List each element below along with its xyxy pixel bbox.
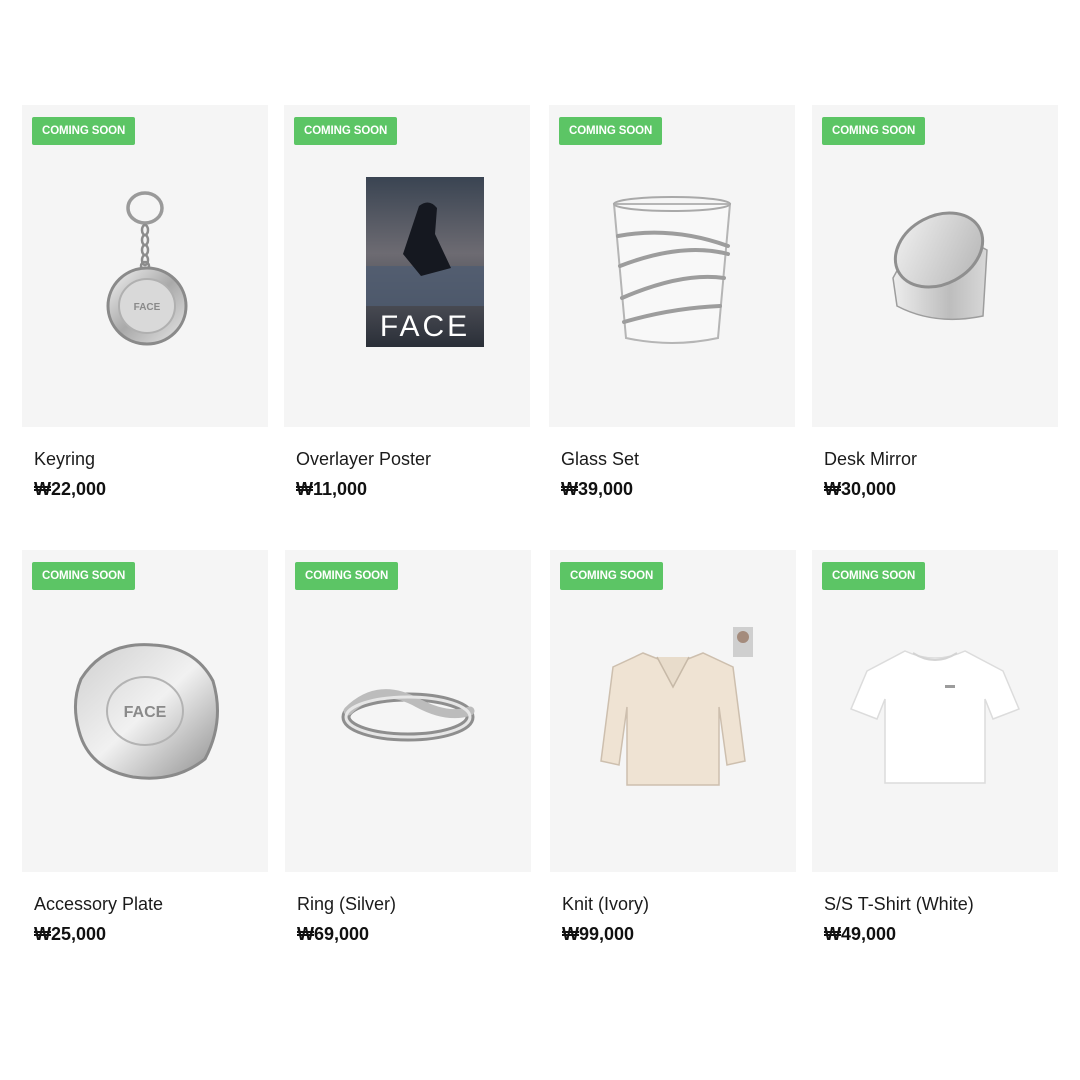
- coming-soon-badge: COMING SOON: [822, 562, 926, 590]
- product-card-desk-mirror[interactable]: COMING SOON Desk Mirror ₩30,000: [812, 105, 1058, 499]
- mirror-icon: [892, 211, 988, 321]
- product-price: ₩11,000: [296, 479, 368, 499]
- svg-text:FACE: FACE: [134, 302, 161, 313]
- product-price: ₩22,000: [34, 479, 107, 499]
- keyring-icon: FACE: [106, 191, 188, 346]
- product-card-ss-tshirt-white[interactable]: COMING SOON S/S T-Shirt (White) ₩49,000: [812, 550, 1058, 944]
- product-image-tile[interactable]: COMING SOON: [812, 105, 1058, 427]
- coming-soon-badge: COMING SOON: [559, 117, 663, 145]
- knit-icon: [600, 627, 753, 786]
- product-card-overlayer-poster[interactable]: COMING SOON FACE Overlayer Poster ₩11,00…: [284, 105, 530, 499]
- coming-soon-badge: COMING SOON: [32, 117, 136, 145]
- product-image-tile[interactable]: COMING SOON: [550, 550, 796, 872]
- svg-text:FACE: FACE: [124, 704, 167, 721]
- product-image-tile[interactable]: COMING SOON: [812, 550, 1058, 872]
- product-name[interactable]: Knit (Ivory): [562, 894, 649, 915]
- product-name[interactable]: S/S T-Shirt (White): [824, 894, 974, 915]
- product-card-glass-set[interactable]: COMING SOON Glass Set ₩39,000: [549, 105, 795, 499]
- tshirt-icon: [850, 650, 1020, 784]
- glass-icon: [612, 196, 732, 344]
- product-price: ₩39,000: [561, 479, 634, 499]
- coming-soon-badge: COMING SOON: [32, 562, 136, 590]
- product-name[interactable]: Keyring: [34, 449, 95, 470]
- product-image-tile[interactable]: COMING SOON: [549, 105, 795, 427]
- product-name[interactable]: Overlayer Poster: [296, 449, 431, 470]
- product-card-knit-ivory[interactable]: COMING SOON Knit (Ivory) ₩99,000: [550, 550, 796, 944]
- product-image-tile[interactable]: COMING SOON FACE: [22, 550, 268, 872]
- product-card-keyring[interactable]: COMING SOON FACE Keyring ₩22,000: [22, 105, 268, 499]
- product-name[interactable]: Accessory Plate: [34, 894, 163, 915]
- product-name[interactable]: Desk Mirror: [824, 449, 917, 470]
- product-image-tile[interactable]: COMING SOON FACE: [284, 105, 530, 427]
- product-price: ₩69,000: [297, 924, 370, 944]
- coming-soon-badge: COMING SOON: [294, 117, 398, 145]
- product-name[interactable]: Glass Set: [561, 449, 639, 470]
- product-card-accessory-plate[interactable]: COMING SOON FACE Accessory Plate ₩25,000: [22, 550, 268, 944]
- plate-icon: FACE: [74, 643, 219, 780]
- ring-icon: [341, 689, 475, 742]
- product-price: ₩30,000: [824, 479, 897, 499]
- product-price: ₩25,000: [34, 924, 107, 944]
- product-price: ₩99,000: [562, 924, 635, 944]
- product-card-ring-silver[interactable]: COMING SOON Ring (Silver) ₩69,000: [285, 550, 531, 944]
- poster-icon: FACE: [366, 177, 484, 347]
- coming-soon-badge: COMING SOON: [822, 117, 926, 145]
- product-price: ₩49,000: [824, 924, 897, 944]
- product-image-tile[interactable]: COMING SOON FACE: [22, 105, 268, 427]
- product-name[interactable]: Ring (Silver): [297, 894, 396, 915]
- product-image-tile[interactable]: COMING SOON: [285, 550, 531, 872]
- poster-title: FACE: [380, 310, 470, 343]
- coming-soon-badge: COMING SOON: [560, 562, 664, 590]
- product-grid: COMING SOON FACE Keyring ₩22,000 COMING …: [0, 0, 1080, 1080]
- coming-soon-badge: COMING SOON: [295, 562, 399, 590]
